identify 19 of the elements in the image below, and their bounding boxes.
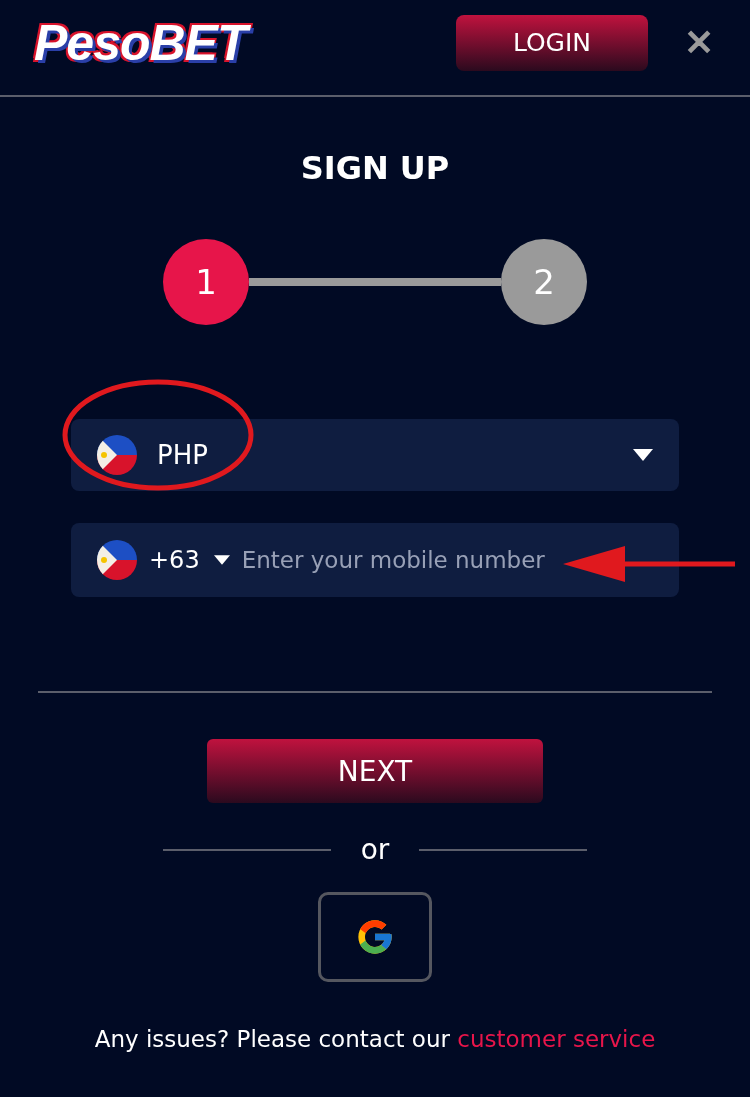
login-button[interactable]: LOGIN xyxy=(456,14,648,71)
page-title: SIGN UP xyxy=(300,149,450,187)
step-circle: 1 xyxy=(163,239,249,325)
customer-service-link[interactable]: customer service xyxy=(457,1026,656,1052)
google-button[interactable] xyxy=(318,892,432,982)
next-button[interactable]: NEXT xyxy=(207,739,543,803)
close-button[interactable]: ✕ xyxy=(684,21,714,64)
caret-icon xyxy=(213,555,230,565)
country-code[interactable]: +63 xyxy=(149,546,200,574)
step-circle: 2 xyxy=(501,239,587,325)
phone-field[interactable]: +63 Enter your mobile number xyxy=(71,523,679,597)
google-icon xyxy=(355,917,395,957)
footer-text: Any issues? Please contact our customer service xyxy=(94,1026,656,1052)
currency-select[interactable]: PHP xyxy=(71,419,679,491)
flag-icon xyxy=(97,435,137,475)
flag-icon xyxy=(97,540,137,580)
separator-text: or xyxy=(360,833,390,866)
caret-icon xyxy=(633,449,653,461)
currency-value: PHP xyxy=(157,440,209,470)
